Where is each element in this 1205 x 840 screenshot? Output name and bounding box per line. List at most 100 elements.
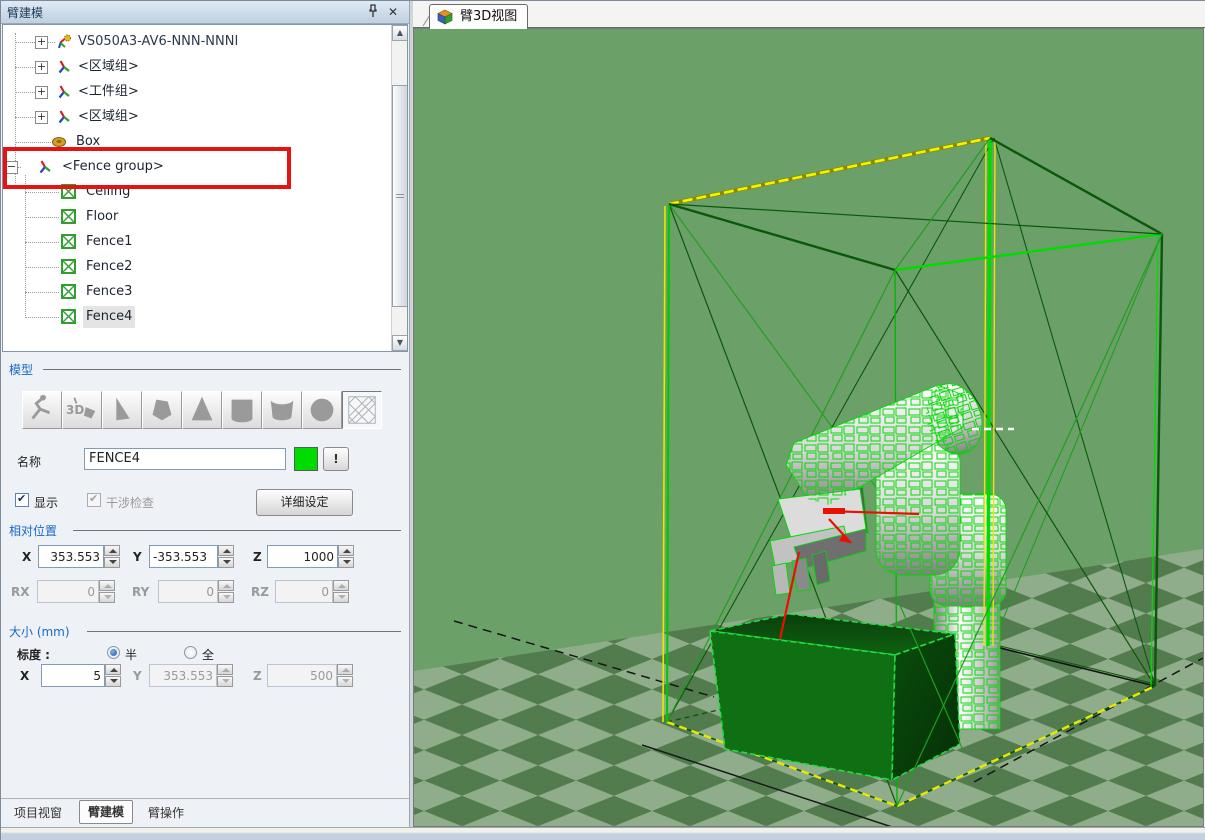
close-icon[interactable]: ✕ [385, 4, 401, 20]
robot-icon [56, 34, 72, 50]
tree-item-label: <工件组> [75, 81, 142, 103]
size-z-label: Z [253, 669, 262, 683]
relpos-y-spinner[interactable] [218, 545, 234, 568]
tree-item-label: Fence4 [83, 306, 135, 328]
relative-position-title: 相对位置 [9, 522, 57, 539]
size-y-label: Y [133, 669, 142, 683]
tool-robot-button[interactable] [22, 391, 62, 429]
section-rule [87, 631, 401, 632]
size-x-label: X [20, 669, 29, 683]
tool-3d-import-button[interactable]: 3D [62, 391, 102, 429]
relpos-y-input[interactable]: -353.553 [149, 545, 218, 568]
arm-modeling-panel: 臂建模 ✕ + VS050A3-AV6-NNN-NNNI + [1, 1, 409, 827]
tab-arm-operation[interactable]: 臂操作 [140, 802, 192, 824]
tool-blob-button[interactable] [142, 391, 182, 429]
fence-icon [61, 309, 77, 325]
model-section-title: 模型 [9, 361, 33, 378]
name-label: 名称 [17, 453, 41, 470]
scale-label: 标度 : [17, 646, 50, 663]
tree-item-label: Ceiling [83, 181, 133, 203]
size-x-spinner[interactable] [105, 664, 121, 687]
relpos-rz-spinner [333, 580, 349, 603]
tab-project-window[interactable]: 项目视窗 [6, 802, 70, 824]
axes-triad-icon [37, 159, 53, 175]
scale-full-radio[interactable] [184, 646, 197, 659]
tree-scrollbar[interactable]: ▲ ▼ [391, 25, 408, 351]
box-donut-icon [51, 134, 67, 150]
model-tree: + VS050A3-AV6-NNN-NNNI + <区域组> + [2, 24, 408, 352]
size-x-input[interactable]: 5 [41, 664, 105, 687]
fence-icon [61, 209, 77, 225]
name-input[interactable]: FENCE4 [84, 448, 286, 470]
fence-icon [61, 284, 77, 300]
relpos-ry-label: RY [132, 585, 149, 599]
fence-color-swatch[interactable] [294, 447, 318, 471]
view-tab-strip [413, 1, 1205, 28]
tree-item-label: Fence1 [83, 231, 135, 253]
tree-item-label: VS050A3-AV6-NNN-NNNI [75, 31, 241, 53]
arm-3d-viewport[interactable] [413, 28, 1204, 827]
scrollbar-thumb[interactable] [392, 85, 408, 307]
relpos-rz-label: RZ [251, 585, 269, 599]
warning-button[interactable]: ! [323, 447, 349, 471]
relpos-rx-label: RX [11, 585, 30, 599]
interference-checkbox-label: 干涉检查 [106, 494, 154, 511]
tree-item-label: Fence3 [83, 281, 135, 303]
relpos-rz-input: 0 [275, 580, 333, 603]
detail-settings-button[interactable]: 详细设定 [256, 489, 353, 516]
relpos-rx-input: 0 [37, 580, 99, 603]
relpos-y-label: Y [133, 550, 142, 564]
size-section-title: 大小 (mm) [9, 623, 70, 640]
section-rule [43, 369, 401, 370]
application-window: 臂建模 ✕ + VS050A3-AV6-NNN-NNNI + [0, 0, 1205, 840]
fence-icon [61, 234, 77, 250]
relpos-rx-spinner [99, 580, 115, 603]
tool-cone-button[interactable] [182, 391, 222, 429]
tool-sphere-button[interactable] [302, 391, 342, 429]
relpos-x-input[interactable]: 353.553 [38, 545, 104, 568]
scale-full-label: 全 [202, 646, 214, 663]
relpos-x-label: X [22, 550, 31, 564]
tool-fence-mesh-button[interactable] [342, 391, 382, 429]
tree-item-label: <区域组> [75, 106, 142, 128]
panel-title: 臂建模 [7, 4, 43, 21]
tree-item-label: <Fence group> [59, 156, 167, 178]
size-y-spinner [217, 664, 233, 687]
tree-guide-line [25, 175, 26, 318]
interference-checkbox [87, 493, 101, 507]
display-checkbox-label: 显示 [34, 494, 58, 511]
tool-cylinder-button[interactable] [222, 391, 262, 429]
scroll-down-button[interactable]: ▼ [392, 335, 408, 351]
scroll-up-button[interactable]: ▲ [392, 25, 408, 41]
relpos-ry-spinner [218, 580, 234, 603]
scale-half-radio[interactable] [107, 646, 120, 659]
tool-wedge-button[interactable] [102, 391, 142, 429]
cube-3d-icon [437, 9, 453, 33]
fence-icon [61, 184, 77, 200]
scale-half-label: 半 [125, 646, 137, 663]
tree-item-label: Fence2 [83, 256, 135, 278]
axes-triad-icon [56, 59, 72, 75]
panel-tab-strip: 项目视窗 臂建模 臂操作 [1, 798, 409, 828]
tab-arm-3d-view-label: 臂3D视图 [460, 9, 517, 24]
size-z-input: 500 [267, 664, 337, 687]
display-checkbox[interactable] [15, 493, 29, 507]
tool-bucket-button[interactable] [262, 391, 302, 429]
size-y-input: 353.553 [149, 664, 217, 687]
relpos-x-spinner[interactable] [104, 545, 120, 568]
status-strip [1, 827, 1205, 840]
tree-item-label: Floor [83, 206, 121, 228]
relpos-z-input[interactable]: 1000 [267, 545, 338, 568]
tab-arm-3d-view[interactable]: 臂3D视图 [429, 4, 528, 29]
size-z-spinner [337, 664, 353, 687]
relpos-ry-input: 0 [158, 580, 218, 603]
axes-triad-icon [56, 84, 72, 100]
tab-arm-modeling[interactable]: 臂建模 [79, 800, 133, 824]
tree-item-label: <区域组> [75, 56, 142, 78]
pin-icon[interactable] [365, 4, 381, 20]
scene-3d [414, 29, 1203, 826]
fence-icon [61, 259, 77, 275]
axes-triad-icon [56, 109, 72, 125]
relpos-z-spinner[interactable] [338, 545, 354, 568]
tree-item-label: Box [73, 131, 103, 153]
